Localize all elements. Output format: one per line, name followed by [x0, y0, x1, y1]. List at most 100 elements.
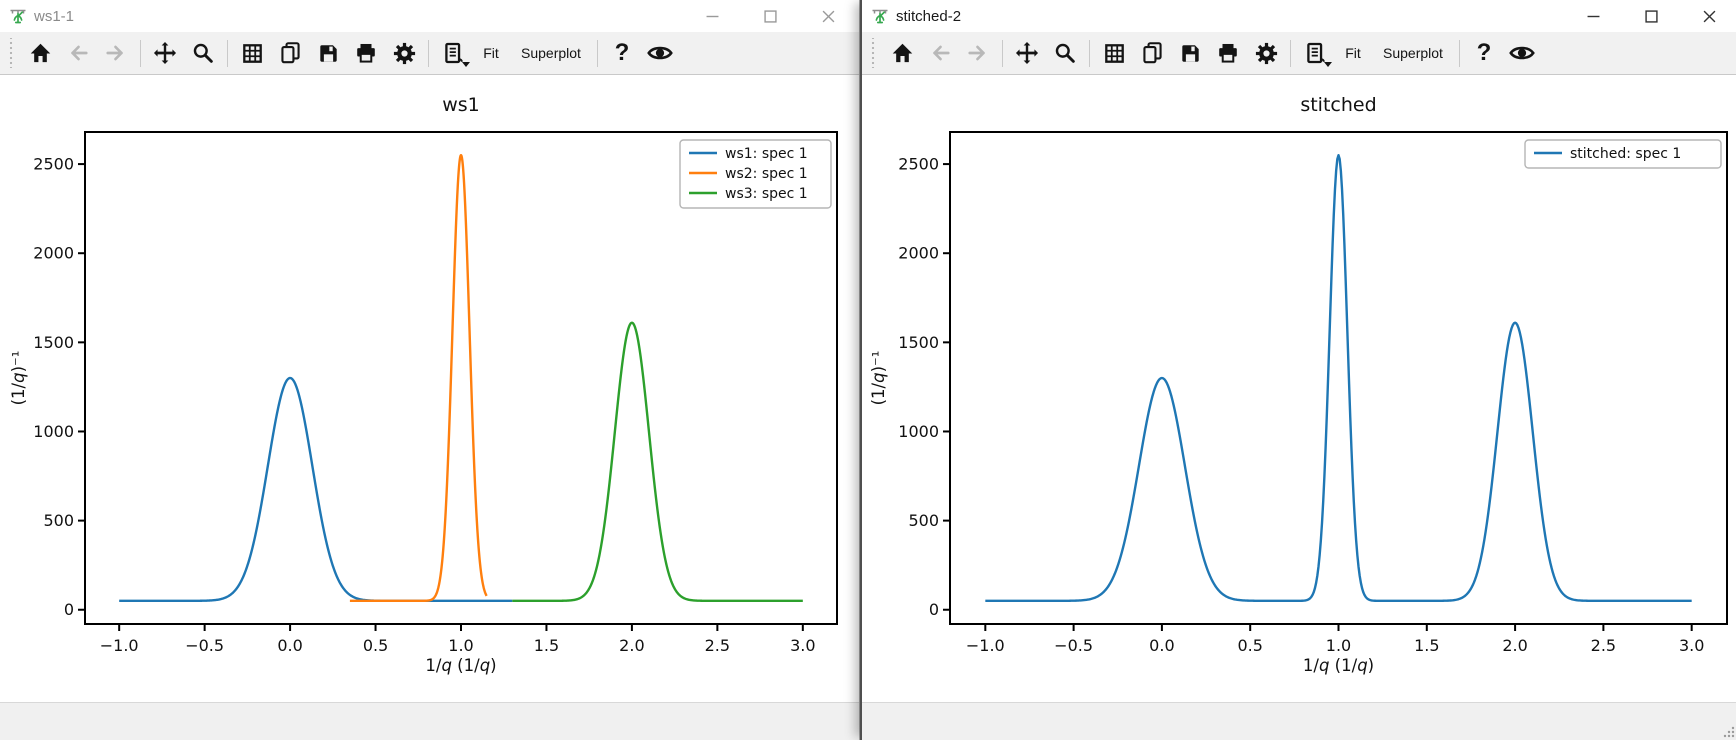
script-icon [1304, 42, 1326, 64]
toolbar-separator [1290, 40, 1291, 67]
y-tick-label: 0 [64, 600, 74, 619]
zoom-button[interactable] [185, 36, 221, 70]
visibility-toggle-button[interactable] [642, 36, 678, 70]
legend-label: stitched: spec 1 [1570, 146, 1681, 162]
maximize-icon [1645, 10, 1658, 23]
visibility-toggle-button[interactable] [1504, 36, 1540, 70]
x-tick-label: 0.0 [1149, 636, 1174, 655]
fit-button[interactable]: Fit [1335, 36, 1371, 70]
pan-button[interactable] [147, 36, 183, 70]
print-button[interactable] [1210, 36, 1246, 70]
pan-button[interactable] [1009, 36, 1045, 70]
maximize-button[interactable] [741, 0, 799, 32]
home-icon [891, 42, 914, 65]
maximize-button[interactable] [1622, 0, 1680, 32]
back-button[interactable] [60, 36, 96, 70]
generate-script-button[interactable] [435, 36, 471, 70]
settings-button[interactable] [386, 36, 422, 70]
fit-button[interactable]: Fit [473, 36, 509, 70]
resize-grip[interactable] [1722, 725, 1736, 739]
x-tick-label: 1.0 [448, 636, 473, 655]
titlebar[interactable]: stitched-2 [862, 0, 1736, 32]
eye-icon [1509, 43, 1535, 63]
home-icon [29, 42, 52, 65]
grid-icon [242, 43, 263, 64]
dropdown-caret-icon [1324, 62, 1332, 67]
save-button[interactable] [1172, 36, 1208, 70]
arrow-left-icon [67, 42, 89, 64]
plot-stitched[interactable]: −1.0−0.50.00.51.01.52.02.53.005001000150… [862, 75, 1734, 702]
window-bottom-strip [0, 702, 859, 740]
save-button[interactable] [310, 36, 346, 70]
y-tick-label: 2000 [33, 244, 74, 263]
x-tick-label: 1.5 [534, 636, 559, 655]
x-tick-label: 0.5 [1237, 636, 1262, 655]
home-button[interactable] [22, 36, 58, 70]
dropdown-caret-icon [462, 62, 470, 67]
plot-title: stitched [1300, 94, 1376, 116]
legend-label: ws2: spec 1 [725, 166, 808, 182]
x-tick-label: 2.5 [1591, 636, 1616, 655]
legend-label: ws1: spec 1 [725, 146, 808, 162]
close-icon [822, 10, 835, 23]
copy-icon [1142, 42, 1163, 64]
y-tick-label: 2500 [898, 155, 939, 174]
x-tick-label: −1.0 [966, 636, 1005, 655]
x-tick-label: −0.5 [1054, 636, 1093, 655]
close-button[interactable] [799, 0, 857, 32]
titlebar[interactable]: ws1-1 [0, 0, 859, 32]
copy-button[interactable] [272, 36, 308, 70]
forward-button[interactable] [98, 36, 134, 70]
x-tick-label: −1.0 [100, 636, 139, 655]
toolbar-separator [597, 40, 598, 67]
x-tick-label: 2.0 [619, 636, 644, 655]
toolbar-separator [227, 40, 228, 67]
plot-ws1[interactable]: −1.0−0.50.00.51.01.52.02.53.005001000150… [2, 75, 857, 702]
x-axis-label: 1/q (1/q) [1303, 656, 1374, 675]
zoom-button[interactable] [1047, 36, 1083, 70]
copy-icon [280, 42, 301, 64]
gear-icon [1255, 42, 1278, 65]
y-tick-label: 2000 [898, 244, 939, 263]
forward-button[interactable] [960, 36, 996, 70]
help-button[interactable]: ? [604, 36, 640, 70]
x-tick-label: 0.0 [277, 636, 302, 655]
home-button[interactable] [884, 36, 920, 70]
x-tick-label: 3.0 [790, 636, 815, 655]
x-tick-label: 2.0 [1502, 636, 1527, 655]
arrow-right-icon [967, 42, 989, 64]
y-tick-label: 2500 [33, 155, 74, 174]
y-axis-label: (1/q)⁻¹ [869, 351, 888, 406]
settings-button[interactable] [1248, 36, 1284, 70]
maximize-icon [764, 10, 777, 23]
help-button[interactable]: ? [1466, 36, 1502, 70]
toolbar-drag-handle[interactable] [8, 38, 14, 68]
window-controls [683, 0, 857, 32]
window-ws1-1: ws1-1 FitSuperplot? −1.0−0.50.00.51.01.5… [0, 0, 860, 740]
minimize-button[interactable] [683, 0, 741, 32]
toolbar-drag-handle[interactable] [870, 38, 876, 68]
script-icon [442, 42, 464, 64]
gear-icon [393, 42, 416, 65]
close-button[interactable] [1680, 0, 1736, 32]
mantid-logo-icon [871, 7, 889, 25]
grid-toggle-button[interactable] [234, 36, 270, 70]
y-tick-label: 500 [43, 511, 74, 530]
copy-button[interactable] [1134, 36, 1170, 70]
generate-script-button[interactable] [1297, 36, 1333, 70]
x-tick-label: 1.0 [1326, 636, 1351, 655]
figure-canvas[interactable]: −1.0−0.50.00.51.01.52.02.53.005001000150… [2, 75, 857, 702]
print-icon [1217, 42, 1239, 64]
arrow-left-icon [929, 42, 951, 64]
x-tick-label: 1.5 [1414, 636, 1439, 655]
back-button[interactable] [922, 36, 958, 70]
zoom-icon [1054, 42, 1076, 64]
minimize-button[interactable] [1564, 0, 1622, 32]
plot-toolbar: FitSuperplot? [0, 32, 859, 75]
print-button[interactable] [348, 36, 384, 70]
superplot-button[interactable]: Superplot [511, 36, 591, 70]
grid-icon [1104, 43, 1125, 64]
figure-canvas[interactable]: −1.0−0.50.00.51.01.52.02.53.005001000150… [862, 75, 1734, 702]
grid-toggle-button[interactable] [1096, 36, 1132, 70]
superplot-button[interactable]: Superplot [1373, 36, 1453, 70]
